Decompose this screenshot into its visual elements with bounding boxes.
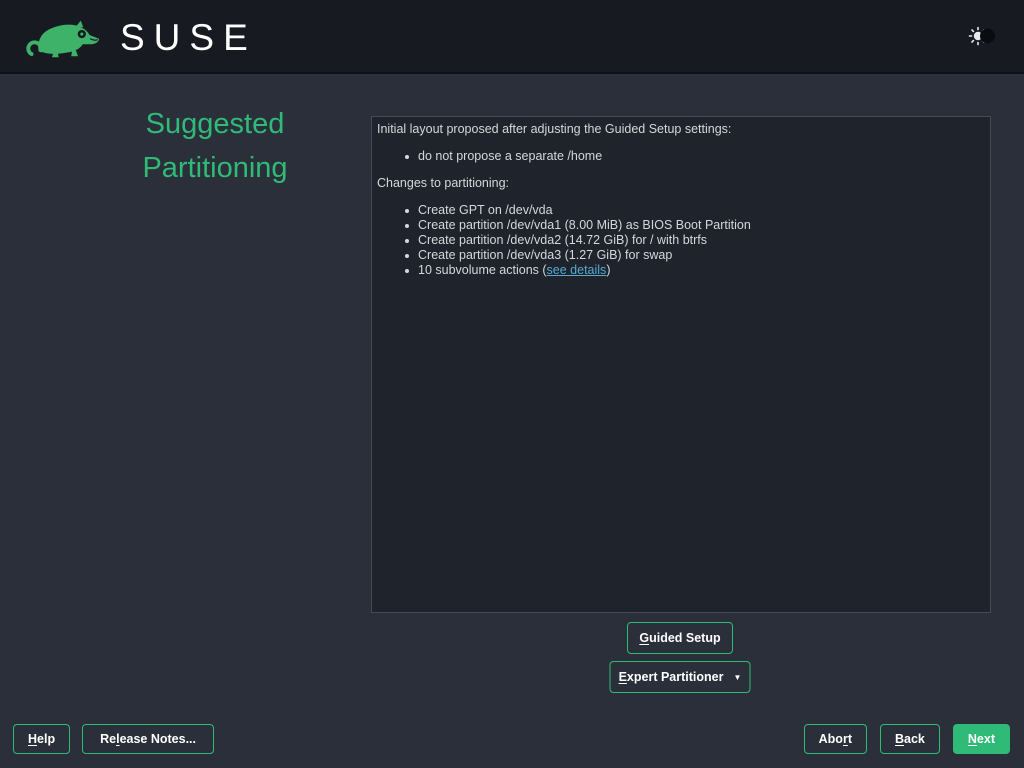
page-title: Suggested Partitioning [40, 102, 390, 190]
expert-partitioner-dropdown-button[interactable]: Expert Partitioner ▼ [610, 661, 751, 693]
button-label-accel: B [895, 732, 904, 746]
partitioning-proposal-panel: Initial layout proposed after adjusting … [371, 116, 991, 613]
button-label: ext [977, 732, 995, 746]
button-label: Re [100, 732, 116, 746]
button-label-accel: N [968, 732, 977, 746]
button-label: t [848, 732, 852, 746]
suse-brand: SUSE [22, 11, 257, 61]
theme-toggle-button[interactable] [968, 26, 996, 46]
button-label: ease Notes... [120, 732, 196, 746]
bottom-bar-left: Help Release Notes... [13, 724, 214, 754]
brand-wordmark: SUSE [120, 17, 257, 56]
list-item-subvolumes: 10 subvolume actions (see details) [411, 263, 985, 278]
list-item: Create partition /dev/vda2 (14.72 GiB) f… [411, 233, 985, 248]
button-label: ack [904, 732, 925, 746]
button-label-accel: H [28, 732, 37, 746]
release-notes-button[interactable]: Release Notes... [82, 724, 214, 754]
chameleon-logo-icon [22, 11, 104, 61]
button-label: Abo [819, 732, 843, 746]
next-button[interactable]: Next [953, 724, 1010, 754]
button-label: elp [37, 732, 55, 746]
subvolume-text-suffix: ) [606, 263, 610, 277]
bottom-bar-right: Abort Back Next [804, 724, 1010, 754]
list-item: Create partition /dev/vda3 (1.27 GiB) fo… [411, 248, 985, 263]
moon-icon [980, 29, 995, 44]
changes-bullet-list: Create GPT on /dev/vda Create partition … [377, 203, 985, 278]
button-label: xpert Partitioner [627, 670, 724, 684]
guided-setup-button[interactable]: Guided Setup [627, 622, 733, 654]
list-item: do not propose a separate /home [411, 149, 985, 164]
see-details-link[interactable]: see details [547, 263, 607, 277]
header-bar: SUSE [0, 0, 1024, 74]
button-label-group: Expert Partitioner [619, 670, 724, 684]
button-label: uided Setup [649, 631, 721, 645]
intro-bullet-list: do not propose a separate /home [377, 149, 985, 164]
page-title-line1: Suggested [40, 102, 390, 146]
list-item: Create partition /dev/vda1 (8.00 MiB) as… [411, 218, 985, 233]
list-item: Create GPT on /dev/vda [411, 203, 985, 218]
changes-heading: Changes to partitioning: [377, 176, 985, 191]
proposal-intro-text: Initial layout proposed after adjusting … [377, 122, 985, 137]
chevron-down-icon: ▼ [733, 672, 741, 682]
subvolume-text-prefix: 10 subvolume actions ( [418, 263, 547, 277]
abort-button[interactable]: Abort [804, 724, 867, 754]
page-title-line2: Partitioning [40, 146, 390, 190]
back-button[interactable]: Back [880, 724, 940, 754]
button-label-accel: G [639, 631, 649, 645]
help-button[interactable]: Help [13, 724, 70, 754]
